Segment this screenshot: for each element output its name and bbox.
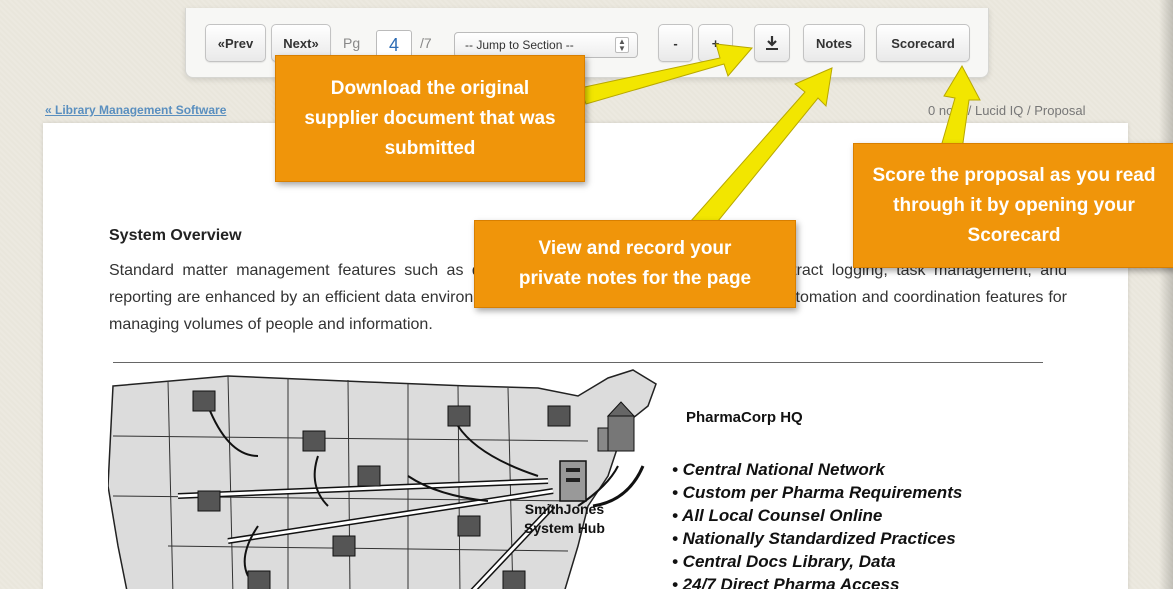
zoom-in-button[interactable]: + bbox=[698, 24, 733, 62]
hub-label: SmithJones System Hub bbox=[524, 501, 605, 536]
list-item: • Central National Network bbox=[672, 460, 885, 479]
list-item: • All Local Counsel Online bbox=[672, 506, 883, 525]
list-item: • Nationally Standardized Practices bbox=[672, 529, 956, 548]
list-item: • Central Docs Library, Data bbox=[672, 552, 896, 571]
breadcrumb: 0 no... / Lucid IQ / Proposal bbox=[928, 103, 1086, 118]
page-edge-shadow bbox=[1159, 0, 1173, 589]
notes-button[interactable]: Notes bbox=[803, 24, 865, 62]
list-item: • 24/7 Direct Pharma Access bbox=[672, 575, 900, 589]
download-callout: Download the original supplier document … bbox=[275, 55, 585, 182]
zoom-out-button[interactable]: - bbox=[658, 24, 693, 62]
hq-label: PharmaCorp HQ bbox=[686, 409, 803, 426]
divider bbox=[113, 362, 1043, 363]
network-map-figure: PharmaCorp HQ SmithJones System Hub • Ce… bbox=[107, 366, 1048, 589]
select-caret-icon: ▲ ▼ bbox=[615, 37, 629, 53]
back-to-library-link[interactable]: « Library Management Software bbox=[45, 103, 226, 117]
scorecard-button[interactable]: Scorecard bbox=[876, 24, 970, 62]
section-heading: System Overview bbox=[109, 227, 242, 244]
feature-bullet-list: • Central National Network • Custom per … bbox=[672, 458, 962, 589]
list-item: • Custom per Pharma Requirements bbox=[672, 483, 963, 502]
page-label: Pg bbox=[343, 35, 361, 51]
jump-to-section-label: -- Jump to Section -- bbox=[465, 38, 574, 52]
prev-button[interactable]: «Prev bbox=[205, 24, 266, 62]
download-button[interactable] bbox=[754, 24, 790, 62]
page-total: /7 bbox=[420, 35, 432, 51]
notes-callout: View and record your private notes for t… bbox=[474, 220, 796, 308]
scorecard-callout: Score the proposal as you read through i… bbox=[853, 143, 1173, 268]
download-icon bbox=[766, 36, 778, 50]
